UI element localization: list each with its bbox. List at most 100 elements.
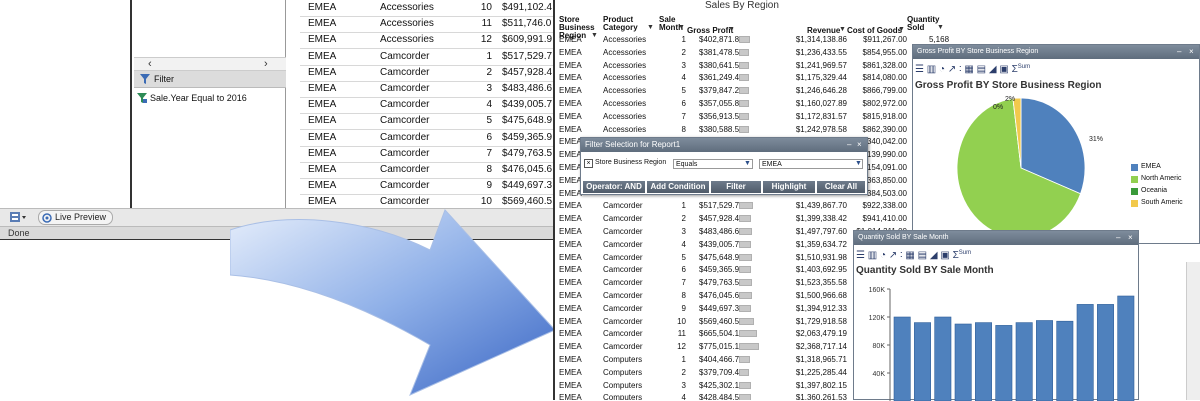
bar-month-4[interactable] bbox=[955, 324, 971, 401]
stack-tool-icon[interactable]: ▤ bbox=[918, 250, 927, 261]
bar-chart-tool-icon[interactable]: ▥ bbox=[927, 64, 936, 75]
vertical-scrollbar[interactable] bbox=[1186, 262, 1200, 400]
table-row[interactable]: EMEAAccessories10$491,102.4 bbox=[300, 0, 558, 17]
filter-button[interactable]: Filter bbox=[711, 181, 761, 193]
operator-and-button[interactable]: Operator: AND bbox=[583, 181, 645, 193]
table-row[interactable]: EMEAAccessories4$361,249.44$1,175,329.44… bbox=[555, 71, 935, 84]
filter-section-header[interactable]: Filter bbox=[134, 71, 286, 88]
horizontal-scrollbar[interactable]: ‹ › bbox=[134, 57, 286, 71]
filter-dialog-title-bar[interactable]: Filter Selection for Report1 – × bbox=[581, 138, 867, 152]
bar-month-10[interactable] bbox=[1077, 304, 1093, 401]
gross-profit-pie-chart[interactable]: 2%0%31%67% bbox=[913, 93, 1129, 243]
gross-profit-data-bar bbox=[739, 228, 752, 235]
operator-dropdown[interactable]: Equals bbox=[673, 159, 753, 169]
live-preview-button[interactable]: Live Preview bbox=[38, 210, 113, 225]
sort-icon[interactable]: ▼ bbox=[728, 26, 735, 33]
header-product-category[interactable]: Product Category bbox=[603, 16, 638, 32]
table-row[interactable]: EMEAAccessories3$380,641.57$1,241,969.57… bbox=[555, 59, 935, 72]
value-dropdown[interactable]: EMEA bbox=[759, 159, 863, 169]
quantity-panel-title-bar[interactable]: Quantity Sold BY Sale Month – × bbox=[854, 231, 1138, 245]
table-row[interactable]: EMEACamcorder1$517,529.7 bbox=[300, 49, 558, 66]
table-row[interactable]: EMEAAccessories8$380,588.58$1,242,978.58… bbox=[555, 123, 935, 136]
minimize-icon[interactable]: – bbox=[847, 138, 851, 152]
lock-icon[interactable]: ▣ bbox=[940, 250, 949, 261]
add-condition-button[interactable]: Add Condition bbox=[647, 181, 709, 193]
table-row[interactable]: EMEAAccessories6$357,055.89$1,160,027.89… bbox=[555, 97, 935, 110]
scatter-tool-icon[interactable]: ∶ bbox=[959, 64, 962, 75]
table-row[interactable]: EMEAAccessories5$379,847.28$1,246,646.28… bbox=[555, 84, 935, 97]
table-cell: $1,160,027.89 bbox=[787, 97, 847, 110]
table-row[interactable]: EMEAAccessories7$356,913.57$1,172,831.57… bbox=[555, 110, 935, 123]
legend-item[interactable]: South Americ bbox=[1131, 197, 1200, 209]
line-chart-tool-icon[interactable]: ↗ bbox=[889, 250, 897, 261]
lock-icon[interactable]: ▣ bbox=[999, 64, 1008, 75]
sort-icon[interactable]: ▼ bbox=[647, 24, 654, 31]
bar-month-7[interactable] bbox=[1016, 323, 1032, 401]
table-cell: EMEA bbox=[559, 187, 582, 200]
bar-month-5[interactable] bbox=[975, 323, 991, 401]
scatter-tool-icon[interactable]: ∶ bbox=[900, 250, 903, 261]
view-options-icon[interactable] bbox=[10, 212, 26, 224]
sort-tool-icon[interactable]: ☰ bbox=[856, 250, 865, 261]
sort-icon[interactable]: ▼ bbox=[839, 26, 846, 33]
table-row[interactable]: EMEACamcorder8$476,045.6 bbox=[300, 162, 558, 179]
sort-icon[interactable]: ▼ bbox=[678, 24, 685, 31]
bar-chart-tool-icon[interactable]: ▥ bbox=[868, 250, 877, 261]
bar-month-2[interactable] bbox=[914, 323, 930, 401]
pie-chart-tool-icon[interactable]: ◔ bbox=[880, 250, 886, 261]
bar-month-1[interactable] bbox=[894, 317, 910, 401]
table-cell: Camcorder bbox=[603, 327, 643, 340]
bar-month-11[interactable] bbox=[1097, 304, 1113, 401]
close-icon[interactable]: × bbox=[1128, 231, 1133, 245]
table-row[interactable]: EMEACamcorder6$459,365.9 bbox=[300, 130, 558, 147]
line-chart-tool-icon[interactable]: ↗ bbox=[948, 64, 956, 75]
bar-month-9[interactable] bbox=[1057, 321, 1073, 401]
close-icon[interactable]: × bbox=[857, 138, 862, 152]
area-tool-icon[interactable]: ◢ bbox=[930, 250, 938, 261]
bar-month-8[interactable] bbox=[1036, 321, 1052, 401]
chevron-down-icon[interactable]: ▼ bbox=[855, 160, 862, 167]
table-row[interactable]: EMEACamcorder2$457,928.42$1,399,338.42$9… bbox=[555, 212, 935, 225]
sort-tool-icon[interactable]: ☰ bbox=[915, 64, 924, 75]
legend-item[interactable]: EMEA bbox=[1131, 161, 1200, 173]
clear-all-button[interactable]: Clear All bbox=[817, 181, 865, 193]
table-row[interactable]: EMEAAccessories11$511,746.0 bbox=[300, 16, 558, 33]
grid-tool-icon[interactable]: ▦ bbox=[964, 64, 973, 75]
sort-icon[interactable]: ▼ bbox=[937, 24, 944, 31]
table-row[interactable]: EMEACamcorder3$483,486.6 bbox=[300, 81, 558, 98]
area-tool-icon[interactable]: ◢ bbox=[989, 64, 997, 75]
filter-condition-item[interactable]: Sale.Year Equal to 2016 bbox=[134, 90, 286, 106]
chevron-down-icon[interactable]: ▼ bbox=[744, 160, 751, 167]
table-cell: Camcorder bbox=[380, 130, 429, 146]
gross-profit-panel-title-bar[interactable]: Gross Profit BY Store Business Region – … bbox=[913, 45, 1199, 59]
sort-icon[interactable]: ▼ bbox=[898, 26, 905, 33]
scroll-right-icon[interactable]: › bbox=[264, 58, 268, 70]
table-row[interactable]: EMEAAccessories12$609,991.9 bbox=[300, 32, 558, 49]
highlight-button[interactable]: Highlight bbox=[763, 181, 815, 193]
table-row[interactable]: EMEAAccessories1$402,871.86$1,314,138.86… bbox=[555, 33, 935, 46]
table-row[interactable]: EMEACamcorder4$439,005.7 bbox=[300, 97, 558, 114]
close-icon[interactable]: × bbox=[1189, 45, 1194, 59]
table-row[interactable]: EMEACamcorder5$475,648.9 bbox=[300, 113, 558, 130]
stack-tool-icon[interactable]: ▤ bbox=[977, 64, 986, 75]
grid-tool-icon[interactable]: ▦ bbox=[905, 250, 914, 261]
table-row[interactable]: EMEACamcorder2$457,928.4 bbox=[300, 65, 558, 82]
table-row[interactable]: EMEAAccessories2$381,478.55$1,236,433.55… bbox=[555, 46, 935, 59]
legend-item[interactable]: Oceania bbox=[1131, 185, 1200, 197]
legend-item[interactable]: North Americ bbox=[1131, 173, 1200, 185]
scroll-left-icon[interactable]: ‹ bbox=[148, 58, 152, 70]
table-cell: 2 bbox=[670, 46, 686, 59]
bar-month-3[interactable] bbox=[935, 317, 951, 401]
bar-month-12[interactable] bbox=[1118, 296, 1134, 401]
minimize-icon[interactable]: – bbox=[1116, 231, 1120, 245]
header-quantity-sold[interactable]: Quantity Sold bbox=[907, 16, 939, 32]
minimize-icon[interactable]: – bbox=[1177, 45, 1181, 59]
tree-pane[interactable] bbox=[0, 0, 132, 208]
quantity-bar-chart[interactable]: 160K120K80K40K bbox=[854, 281, 1138, 401]
table-row[interactable]: EMEACamcorder7$479,763.5 bbox=[300, 146, 558, 163]
table-row[interactable]: EMEACamcorder1$517,529.70$1,439,867.70$9… bbox=[555, 199, 935, 212]
table-cell: EMEA bbox=[559, 161, 582, 174]
remove-condition-icon[interactable]: × bbox=[584, 159, 593, 168]
pie-chart-tool-icon[interactable]: ◔ bbox=[939, 64, 945, 75]
bar-month-6[interactable] bbox=[996, 325, 1012, 401]
